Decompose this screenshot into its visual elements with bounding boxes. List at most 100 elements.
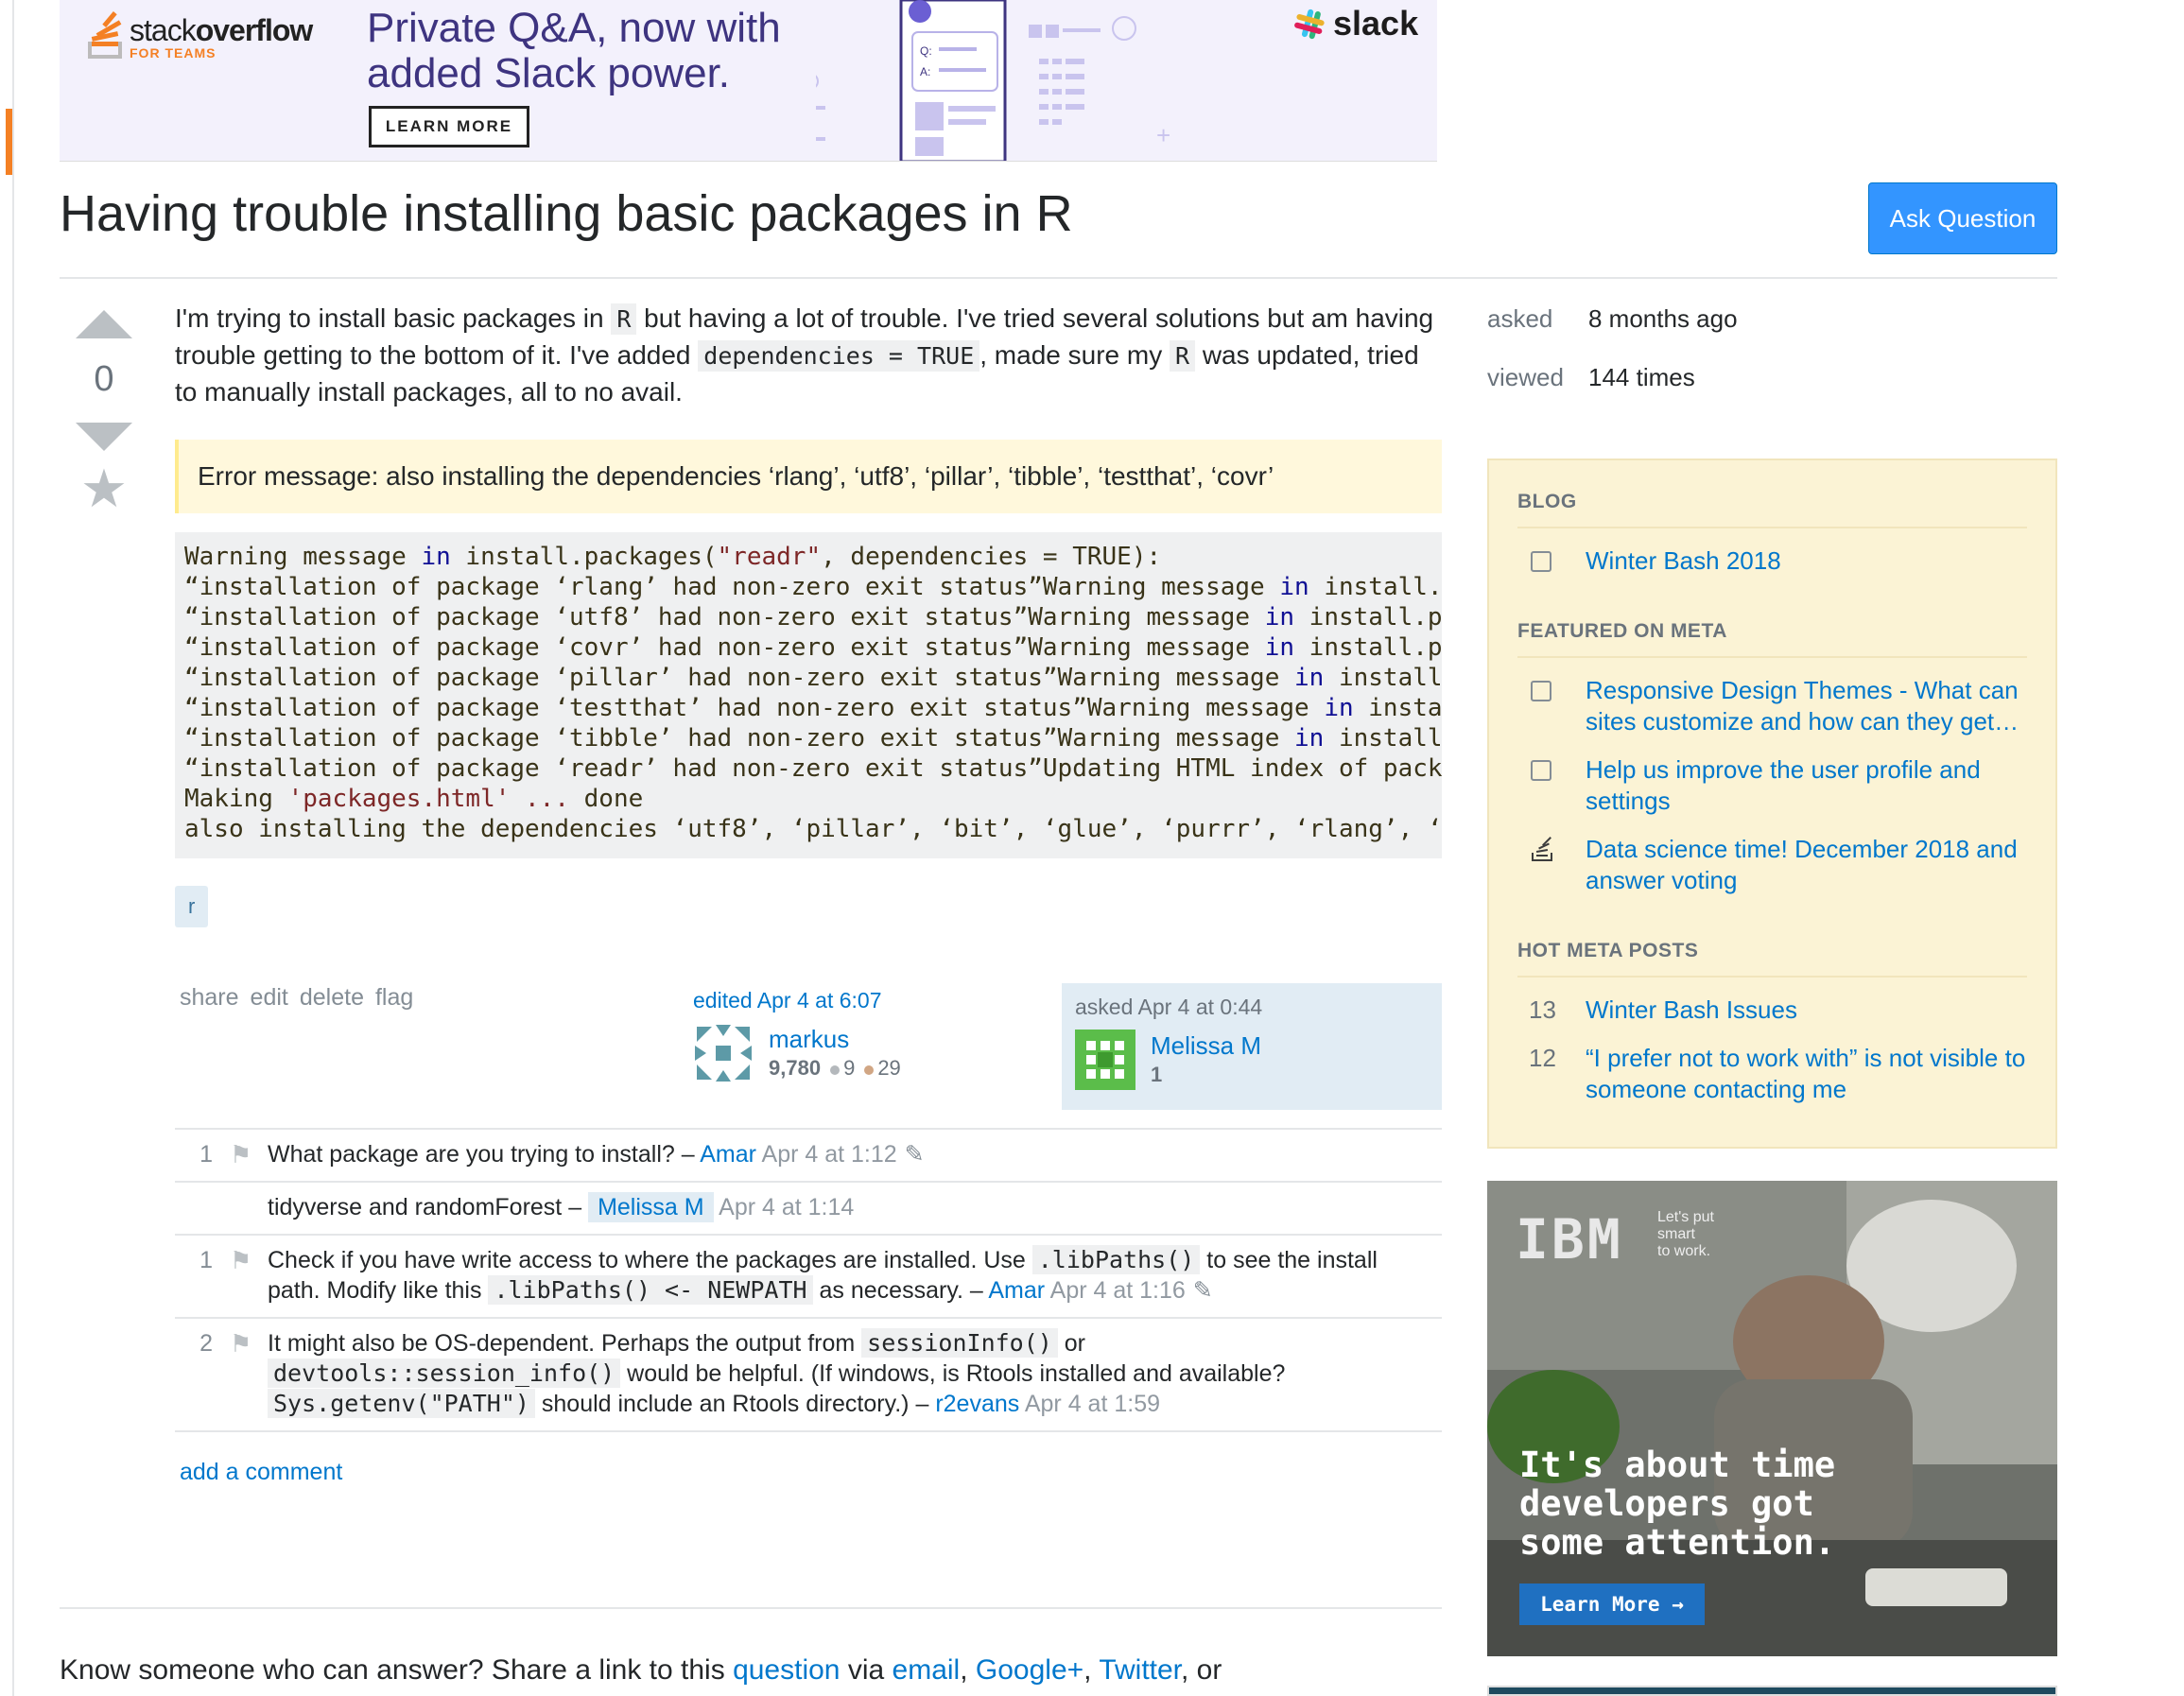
comment: 2 ⚑ It might also be OS-dependent. Perhaps…: [175, 1319, 1442, 1432]
editor-avatar[interactable]: [693, 1023, 754, 1083]
code-token: in: [1294, 724, 1325, 753]
share-link[interactable]: share: [180, 984, 239, 1012]
comment-text: It might also be OS-dependent. Perhaps t…: [268, 1330, 862, 1357]
editor-rep-score: 9,780: [769, 1056, 822, 1080]
hot-meta-header: HOT META POSTS: [1517, 921, 2027, 978]
code-token: install.packages(: [450, 543, 718, 571]
code-token: in: [1264, 633, 1295, 662]
share-suffix: , or: [1181, 1654, 1222, 1686]
share-prompt: Know someone who can answer? Share a lin…: [60, 1654, 1222, 1686]
page-left-rule: [12, 0, 14, 1696]
flag-icon[interactable]: ⚑: [230, 1139, 268, 1169]
code-token: “installation of package ‘utf8’ had non-…: [184, 603, 1265, 632]
code-token: in: [1279, 573, 1309, 601]
body-text: , made sure my: [979, 340, 1170, 370]
hot-meta-link[interactable]: Winter Bash Issues: [1586, 995, 1797, 1026]
hot-meta-item[interactable]: 13 Winter Bash Issues: [1517, 995, 2027, 1026]
comment-code: .libPaths() <- NEWPATH: [488, 1275, 813, 1305]
code-token: , dependencies = TRUE):: [821, 543, 1162, 571]
favorite-star-icon[interactable]: ★: [66, 462, 142, 515]
comment-text: or: [1057, 1330, 1086, 1357]
code-line: also installing the dependencies ‘utf8’,…: [184, 814, 1442, 844]
comment: tidyverse and randomForest – Melissa M A…: [175, 1183, 1442, 1236]
comment: 1 ⚑ Check if you have write access to wher…: [175, 1236, 1442, 1319]
comment-user-link[interactable]: r2evans: [935, 1391, 1019, 1417]
inline-code: R: [1169, 340, 1196, 372]
tag-r[interactable]: r: [175, 886, 209, 927]
comment-code: .libPaths(): [1031, 1245, 1201, 1274]
banner-headline-line2: added Slack power.: [367, 50, 731, 96]
code-token: Warning message: [184, 543, 422, 571]
comment-text: would be helpful. (If windows, is Rtools…: [620, 1360, 1286, 1387]
share-question-link[interactable]: question: [733, 1654, 840, 1686]
blog-item-link[interactable]: Winter Bash 2018: [1586, 545, 1781, 577]
meta-item-link[interactable]: Data science time! December 2018 and ans…: [1586, 834, 2027, 896]
downvote-arrow-icon[interactable]: [76, 423, 132, 451]
speech-bubble-icon: [1531, 760, 1551, 781]
comment-date[interactable]: Apr 4 at 1:12: [762, 1141, 897, 1168]
comment: 1 ⚑ What package are you trying to install…: [175, 1130, 1442, 1183]
comment-user-link[interactable]: Melissa M: [588, 1192, 714, 1222]
comment-date[interactable]: Apr 4 at 1:16: [1050, 1277, 1186, 1304]
hot-meta-item[interactable]: 12 “I prefer not to work with” is not vi…: [1517, 1043, 2027, 1105]
meta-item-link[interactable]: Responsive Design Themes - What can site…: [1586, 675, 2027, 737]
comment-date[interactable]: Apr 4 at 1:14: [719, 1194, 854, 1220]
asker-reputation: 1: [1151, 1063, 1163, 1086]
editor-name[interactable]: markus: [769, 1024, 901, 1054]
code-line: Warning message in install.packages("rea…: [184, 542, 1432, 572]
share-prefix: Know someone who can answer? Share a lin…: [60, 1654, 734, 1686]
comment-code: devtools::session_info(): [268, 1359, 621, 1388]
comment-user-link[interactable]: Amar: [700, 1141, 756, 1168]
add-comment-link[interactable]: add a comment: [180, 1459, 342, 1486]
flag-icon[interactable]: ⚑: [230, 1328, 268, 1419]
question-title[interactable]: Having trouble installing basic packages…: [60, 184, 1073, 243]
share-email-link[interactable]: email: [893, 1654, 961, 1686]
code-token: Making: [184, 785, 288, 813]
code-line: “installation of package ‘rlang’ had non…: [184, 572, 1442, 602]
asker-avatar[interactable]: [1075, 1030, 1135, 1090]
nav-active-indicator: [6, 109, 12, 175]
code-token: install.packages("tibble"): [1309, 603, 1442, 632]
meta-item[interactable]: Responsive Design Themes - What can site…: [1517, 675, 2027, 737]
silver-badge-count: 9: [843, 1056, 856, 1080]
meta-item[interactable]: Help us improve the user profile and set…: [1517, 754, 2027, 817]
code-token: in: [1294, 664, 1325, 692]
ad-headline-line: It's about time: [1519, 1445, 1836, 1485]
ibm-sidebar-ad[interactable]: IBM Let's put smart to work. It's about …: [1487, 1181, 2057, 1656]
comment-score: 1: [199, 1141, 213, 1168]
teams-banner-ad[interactable]: stackoverflow FOR TEAMS Private Q&A, now…: [60, 0, 1437, 162]
flag-link[interactable]: flag: [375, 984, 413, 1012]
comment-text: should include an Rtools directory.) –: [534, 1391, 936, 1417]
question-body: I'm trying to install basic packages in …: [175, 301, 1442, 410]
ask-question-button[interactable]: Ask Question: [1868, 182, 2057, 254]
brand-word-bold: overflow: [195, 13, 314, 47]
ad-learn-more-button[interactable]: Learn More →: [1519, 1584, 1705, 1625]
edit-link[interactable]: edit: [251, 984, 288, 1012]
delete-link[interactable]: delete: [300, 984, 364, 1012]
meta-item-link[interactable]: Help us improve the user profile and set…: [1586, 754, 2027, 817]
stackoverflow-logo-icon: [88, 10, 124, 62]
next-sidebar-ad[interactable]: [1487, 1686, 2057, 1696]
meta-item[interactable]: Data science time! December 2018 and ans…: [1517, 834, 2027, 896]
share-twitter-link[interactable]: Twitter: [1099, 1654, 1181, 1686]
speech-bubble-icon: [1531, 681, 1551, 701]
banner-learn-more-button[interactable]: LEARN MORE: [369, 106, 529, 147]
code-block[interactable]: Warning message in install.packages("rea…: [175, 532, 1442, 858]
share-google-link[interactable]: Google+: [976, 1654, 1083, 1686]
edited-time-link[interactable]: edited Apr 4 at 6:07: [693, 988, 1062, 1013]
comment-date[interactable]: Apr 4 at 1:59: [1025, 1391, 1160, 1417]
bronze-badge-count: 29: [877, 1056, 901, 1080]
speech-bubble-icon: [1531, 551, 1551, 572]
slack-logo: slack: [1293, 4, 1418, 43]
comment-user-link[interactable]: Amar: [988, 1277, 1045, 1304]
vote-count: 0: [94, 359, 114, 399]
code-token: in: [1264, 603, 1295, 632]
flag-icon[interactable]: ⚑: [230, 1245, 268, 1306]
asker-name[interactable]: Melissa M: [1151, 1030, 1261, 1061]
hot-meta-link[interactable]: “I prefer not to work with” is not visib…: [1586, 1043, 2027, 1105]
upvote-arrow-icon[interactable]: [76, 310, 132, 338]
banner-headline-line1: Private Q&A, now with: [367, 5, 781, 51]
ad-headline: It's about time developers got some atte…: [1519, 1445, 1835, 1562]
vote-cell: 0 ★: [66, 310, 142, 515]
blog-item[interactable]: Winter Bash 2018: [1517, 545, 2027, 577]
